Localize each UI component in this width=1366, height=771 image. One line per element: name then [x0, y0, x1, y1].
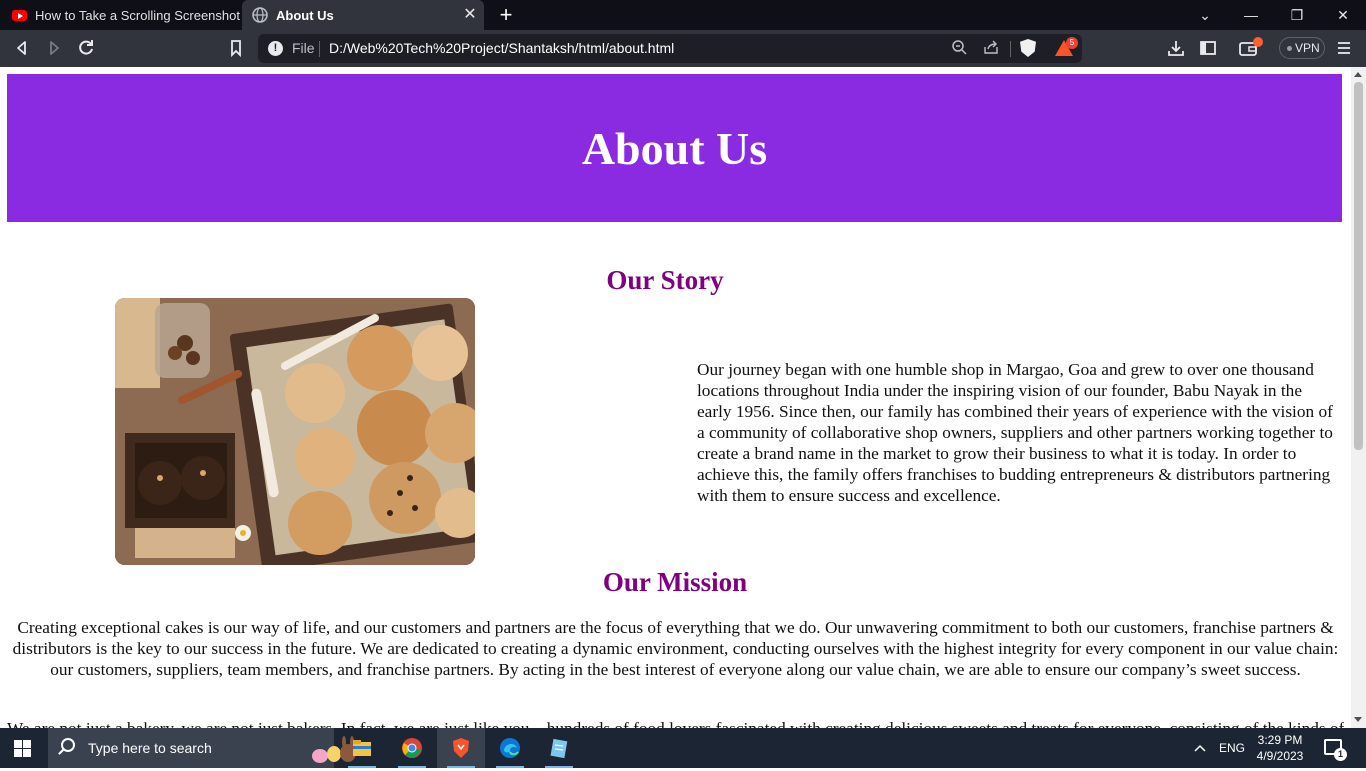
- wallet-notification-dot: [1253, 37, 1263, 47]
- notification-count-badge: 1: [1334, 748, 1347, 761]
- new-tab-button[interactable]: +: [495, 4, 517, 26]
- windows-taskbar: Type here to search ENG 3:29 PM 4/9/2023…: [0, 728, 1366, 768]
- chrome-icon: [402, 738, 422, 758]
- taskbar-notepad[interactable]: [535, 728, 583, 768]
- story-heading: Our Story: [606, 265, 724, 295]
- tab-label: How to Take a Scrolling Screenshot in: [35, 7, 240, 23]
- downloads-button[interactable]: [1165, 37, 1187, 59]
- windows-logo-icon: [14, 749, 22, 757]
- globe-icon: [252, 7, 268, 23]
- magnifier-icon: [952, 40, 967, 55]
- vpn-button[interactable]: VPN: [1279, 37, 1325, 59]
- scroll-thumb[interactable]: [1354, 82, 1363, 450]
- chevron-up-icon: [1194, 744, 1206, 752]
- file-explorer-icon: [353, 740, 371, 756]
- tab-label: About Us: [276, 7, 334, 23]
- taskbar-file-explorer[interactable]: [338, 728, 386, 768]
- clock-date: 4/9/2023: [1256, 749, 1304, 763]
- page-title: About Us: [581, 122, 768, 174]
- start-button[interactable]: [14, 740, 31, 757]
- browser-tab-strip: How to Take a Scrolling Screenshot in Ab…: [0, 0, 1366, 30]
- bookmark-button[interactable]: [225, 37, 247, 59]
- next-paragraph-partial: We are not just a bakery, we are not jus…: [7, 718, 1344, 728]
- info-icon[interactable]: !: [268, 41, 283, 56]
- tab-about-us[interactable]: About Us ✕: [242, 0, 484, 30]
- search-placeholder: Type here to search: [88, 740, 212, 756]
- scroll-up-arrow-icon[interactable]: [1354, 72, 1362, 77]
- bookmark-icon: [231, 40, 241, 58]
- taskbar-search[interactable]: Type here to search: [48, 728, 356, 768]
- tab-youtube[interactable]: How to Take a Scrolling Screenshot in: [0, 0, 240, 30]
- windows-logo-icon: [14, 740, 22, 748]
- taskbar-chrome[interactable]: [388, 728, 436, 768]
- close-tab-button[interactable]: ✕: [462, 7, 478, 23]
- menu-button[interactable]: [1333, 37, 1355, 59]
- scroll-down-arrow-icon[interactable]: [1354, 717, 1362, 722]
- close-window-button[interactable]: ✕: [1320, 0, 1366, 30]
- minimize-button[interactable]: —: [1228, 0, 1274, 30]
- divider: [1010, 41, 1011, 57]
- notepad-icon: [550, 738, 568, 759]
- windows-logo-icon: [23, 749, 31, 757]
- scheme-label: File: [292, 40, 315, 56]
- share-icon: [984, 40, 998, 54]
- search-icon: [61, 738, 75, 752]
- download-icon: [1168, 41, 1184, 56]
- youtube-icon: [12, 9, 27, 21]
- page-scrollbar[interactable]: [1351, 67, 1366, 728]
- reload-button[interactable]: [75, 37, 97, 59]
- back-button[interactable]: [11, 37, 33, 59]
- mission-heading: Our Mission: [602, 567, 748, 597]
- windows-logo-icon: [23, 740, 31, 748]
- mission-paragraph: Creating exceptional cakes is our way of…: [12, 618, 1339, 679]
- hamburger-menu-icon: [1338, 42, 1350, 54]
- clock-time: 3:29 PM: [1257, 733, 1303, 747]
- language-indicator[interactable]: ENG: [1219, 728, 1245, 768]
- sidebar-icon: [1200, 41, 1216, 55]
- address-bar[interactable]: ! File D:/Web%20Tech%20Project/Shantaksh…: [258, 34, 1082, 63]
- back-arrow-icon: [17, 41, 26, 55]
- rewards-badge: 5: [1066, 37, 1078, 49]
- brave-icon: [453, 738, 469, 758]
- taskbar-edge[interactable]: [486, 728, 534, 768]
- share-button[interactable]: [982, 39, 1000, 57]
- zoom-button[interactable]: [950, 39, 968, 57]
- restore-button[interactable]: ❐: [1274, 0, 1320, 30]
- tab-search-dropdown-button[interactable]: ⌄: [1182, 0, 1228, 30]
- taskbar-brave[interactable]: [437, 728, 485, 768]
- cookies-image: [115, 298, 475, 565]
- story-paragraph: Our journey began with one humble shop i…: [697, 360, 1333, 505]
- hero-banner: About Us: [7, 74, 1342, 222]
- forward-button[interactable]: [43, 37, 65, 59]
- divider: [319, 41, 320, 57]
- browser-toolbar: ! File D:/Web%20Tech%20Project/Shantaksh…: [0, 30, 1366, 67]
- forward-arrow-icon: [50, 41, 59, 55]
- page-viewport: About Us Our Story Our journey began wit…: [0, 67, 1351, 728]
- reload-icon: [79, 40, 93, 55]
- show-hidden-icons-button[interactable]: [1192, 728, 1208, 768]
- cookies-illustration: [115, 298, 475, 565]
- edge-icon: [500, 738, 520, 758]
- sidebar-button[interactable]: [1197, 37, 1219, 59]
- url-text[interactable]: D:/Web%20Tech%20Project/Shantaksh/html/a…: [329, 40, 674, 56]
- system-clock[interactable]: 3:29 PM 4/9/2023: [1252, 732, 1308, 764]
- brave-shield-icon[interactable]: [1020, 39, 1036, 57]
